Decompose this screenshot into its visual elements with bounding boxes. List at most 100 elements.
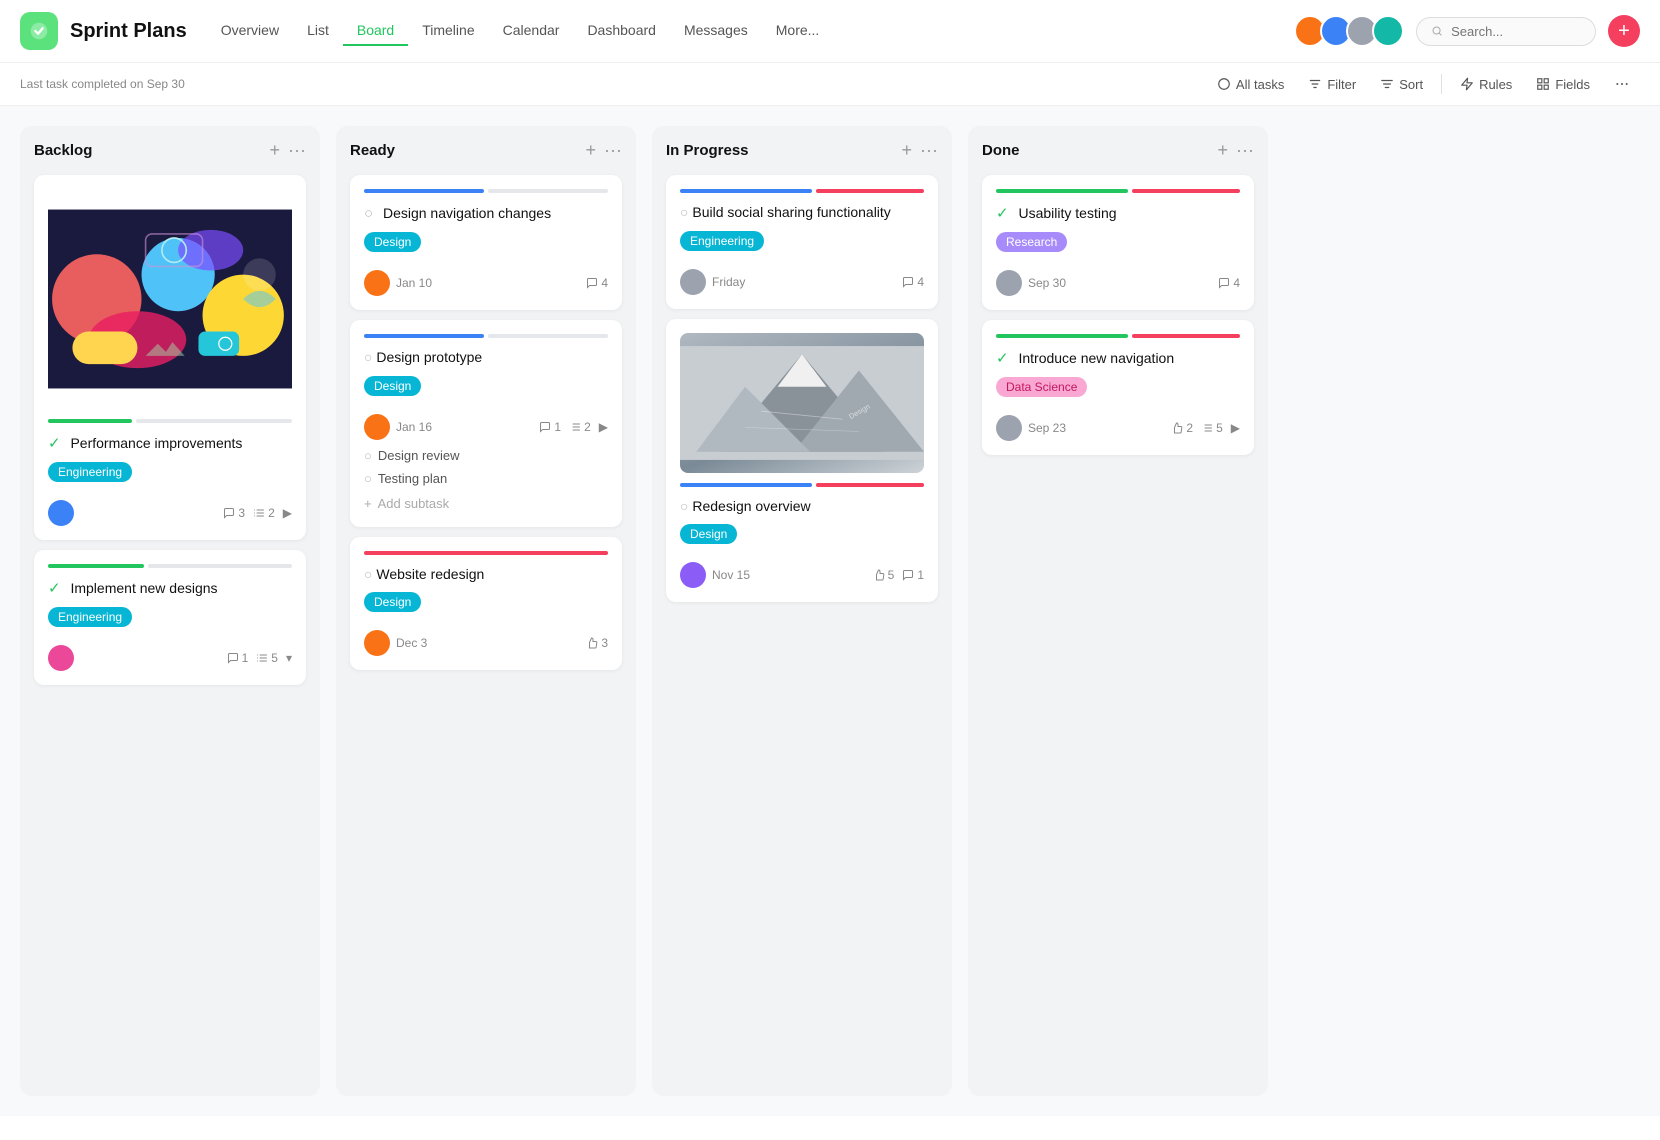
card-tag[interactable]: Design	[680, 524, 737, 544]
comment-count: 4	[902, 275, 924, 289]
nav-timeline[interactable]: Timeline	[408, 16, 488, 46]
card-tag[interactable]: Engineering	[680, 231, 764, 251]
column-menu-backlog[interactable]: ···	[288, 140, 306, 161]
column-menu-in-progress[interactable]: ···	[920, 140, 938, 161]
progress-green	[48, 419, 132, 423]
dropdown-arrow[interactable]: ▾	[286, 651, 292, 665]
card-tag[interactable]: Engineering	[48, 607, 132, 627]
comment-icon	[902, 276, 914, 288]
subtask-icon	[256, 652, 268, 664]
check-icon: ✓	[48, 580, 61, 597]
nav-overview[interactable]: Overview	[207, 16, 293, 46]
card-performance: ✓ Performance improvements Engineering 3…	[34, 175, 306, 540]
column-title-ready: Ready	[350, 142, 578, 159]
add-card-in-progress[interactable]: +	[902, 140, 913, 161]
card-tag[interactable]: Design	[364, 376, 421, 396]
card-date: Dec 3	[396, 636, 580, 650]
comment-icon	[1218, 277, 1230, 289]
card-tag[interactable]: Design	[364, 592, 421, 612]
fields-btn[interactable]: Fields	[1526, 72, 1600, 97]
nav-dashboard[interactable]: Dashboard	[573, 16, 670, 46]
circle-icon	[1217, 77, 1231, 91]
card-footer: 1 5 ▾	[48, 645, 292, 671]
nav-messages[interactable]: Messages	[670, 16, 762, 46]
card-meta: 2 5 ▶	[1171, 421, 1240, 435]
add-card-done[interactable]: +	[1218, 140, 1229, 161]
column-in-progress: In Progress + ··· ○ Build social sharing…	[652, 126, 952, 1096]
expand-arrow[interactable]: ▶	[283, 506, 292, 520]
column-menu-ready[interactable]: ···	[604, 140, 622, 161]
card-usability: ✓ Usability testing Research Sep 30 4	[982, 175, 1254, 310]
sort-btn[interactable]: Sort	[1370, 72, 1433, 97]
more-options-btn[interactable]	[1604, 71, 1640, 97]
add-card-ready[interactable]: +	[586, 140, 597, 161]
card-footer: Jan 10 4	[364, 270, 608, 296]
check-icon: ✓	[48, 435, 61, 452]
comment-count: 1	[227, 651, 249, 665]
card-footer: Sep 23 2 5 ▶	[996, 415, 1240, 441]
card-implement: ✓ Implement new designs Engineering 1 5 …	[34, 550, 306, 685]
card-design-prototype: ○ Design prototype Design Jan 16 1 2 ▶	[350, 320, 622, 527]
card-footer: Jan 16 1 2 ▶	[364, 414, 608, 440]
search-input[interactable]	[1451, 24, 1581, 39]
card-tag[interactable]: Data Science	[996, 377, 1087, 397]
search-box[interactable]	[1416, 17, 1596, 46]
card-avatar	[364, 630, 390, 656]
subtask-icon	[1201, 422, 1213, 434]
like-count: 5	[873, 568, 895, 582]
comment-icon	[586, 277, 598, 289]
column-header-ready: Ready + ···	[350, 140, 622, 161]
fields-icon	[1536, 77, 1550, 91]
column-title-done: Done	[982, 142, 1210, 159]
column-title-backlog: Backlog	[34, 142, 262, 159]
sort-icon	[1380, 77, 1394, 91]
card-tag-engineering[interactable]: Engineering	[48, 462, 132, 482]
progress-bars	[364, 551, 608, 555]
subtask-check: ○	[364, 471, 372, 486]
expand-btn[interactable]: ▶	[599, 420, 608, 434]
column-header-done: Done + ···	[982, 140, 1254, 161]
app-logo	[20, 12, 58, 50]
nav-calendar[interactable]: Calendar	[489, 16, 574, 46]
comment-count: 1	[539, 420, 561, 434]
progress-bars	[680, 189, 924, 193]
all-tasks-btn[interactable]: All tasks	[1207, 72, 1294, 97]
progress-bars	[48, 564, 292, 568]
card-tag[interactable]: Design	[364, 232, 421, 252]
search-icon	[1431, 24, 1443, 38]
rules-icon	[1460, 77, 1474, 91]
comment-count: 3	[223, 506, 245, 520]
rules-btn[interactable]: Rules	[1450, 72, 1522, 97]
card-meta: 1 5 ▾	[227, 651, 292, 665]
filter-btn[interactable]: Filter	[1298, 72, 1366, 97]
add-card-backlog[interactable]: +	[270, 140, 281, 161]
card-title: ○ Build social sharing functionality	[680, 203, 924, 223]
card-avatar	[996, 415, 1022, 441]
card-avatar	[680, 269, 706, 295]
card-avatar	[680, 562, 706, 588]
nav-more[interactable]: More...	[762, 16, 834, 46]
progress-bars	[680, 483, 924, 487]
subtask-count: 5	[256, 651, 278, 665]
card-social-sharing: ○ Build social sharing functionality Eng…	[666, 175, 938, 309]
nav-list[interactable]: List	[293, 16, 343, 46]
column-menu-done[interactable]: ···	[1236, 140, 1254, 161]
nav-board[interactable]: Board	[343, 16, 408, 46]
card-footer: Dec 3 3	[364, 630, 608, 656]
card-meta: 3	[586, 636, 608, 650]
check-icon: ○	[364, 205, 373, 222]
add-subtask-btn[interactable]: + Add subtask	[364, 490, 608, 513]
card-tag[interactable]: Research	[996, 232, 1067, 252]
subtask-design-review: ○ Design review	[364, 444, 608, 467]
app-header: Sprint Plans Overview List Board Timelin…	[0, 0, 1660, 63]
add-button[interactable]: +	[1608, 15, 1640, 47]
card-meta: 1 2 ▶	[539, 420, 608, 434]
check-icon: ✓	[996, 205, 1009, 222]
card-title: ✓ Implement new designs	[48, 578, 292, 599]
column-title-in-progress: In Progress	[666, 142, 894, 159]
subtask-list: ○ Design review ○ Testing plan + Add sub…	[364, 444, 608, 513]
subtask-icon	[569, 421, 581, 433]
expand-arrow[interactable]: ▶	[1231, 421, 1240, 435]
progress-gray	[136, 419, 292, 423]
progress-bars	[996, 189, 1240, 193]
